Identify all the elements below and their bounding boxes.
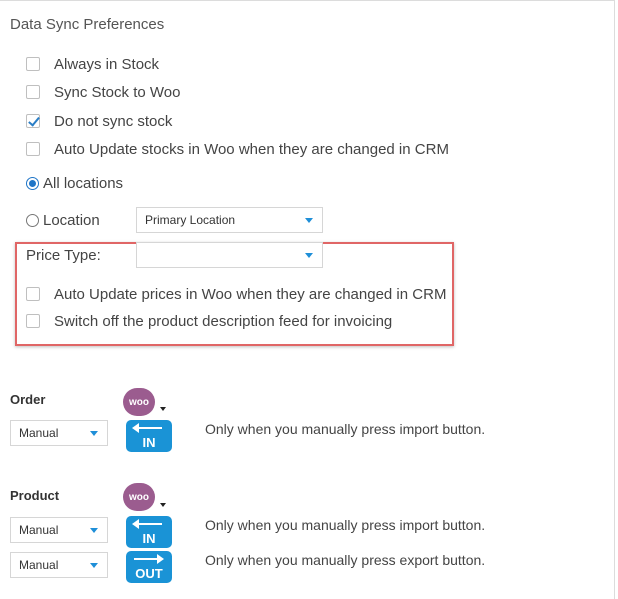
checkbox-box-checked[interactable] [26,114,40,128]
checkbox-box[interactable] [26,142,40,156]
checkbox-switch-off-description[interactable]: Switch off the product description feed … [26,311,392,331]
checkbox-label: Do not sync stock [54,112,173,130]
price-type-row: Price Type: [26,245,101,265]
product-import-mode-value: Manual [19,523,59,537]
product-export-mode-select[interactable]: Manual [10,552,108,578]
import-button-label: IN [142,435,156,450]
radio-label: Location [43,211,100,229]
checkbox-label: Switch off the product description feed … [54,312,393,330]
checkbox-do-not-sync-stock[interactable]: Do not sync stock [26,111,172,131]
product-export-button[interactable]: OUT [126,551,172,583]
order-mode-value: Manual [19,426,59,440]
import-button-label: IN [142,531,156,546]
product-import-description: Only when you manually press import butt… [205,517,486,533]
product-export-description: Only when you manually press export butt… [205,552,486,568]
chevron-down-icon [90,431,98,436]
price-type-label: Price Type: [26,246,101,264]
checkbox-box[interactable] [26,314,40,328]
chevron-down-icon[interactable] [160,407,166,411]
woo-badge-text: woo [129,396,149,408]
arrow-left-icon [132,423,162,433]
location-select-value: Primary Location [145,213,236,227]
woo-logo-icon: woo [123,388,155,416]
arrow-right-icon [134,554,164,564]
checkbox-auto-update-prices[interactable]: Auto Update prices in Woo when they are … [26,284,446,304]
radio-button-selected[interactable] [26,176,39,190]
radio-location[interactable]: Location [26,210,100,230]
section-title: Data Sync Preferences [10,16,165,33]
checkbox-box[interactable] [26,57,40,71]
checkbox-label: Always in Stock [54,55,160,73]
price-type-select[interactable] [136,242,323,268]
checkbox-label: Sync Stock to Woo [54,83,181,101]
chevron-down-icon [305,218,313,223]
chevron-down-icon [90,563,98,568]
order-mode-select[interactable]: Manual [10,420,108,446]
location-select[interactable]: Primary Location [136,207,323,233]
radio-button[interactable] [26,213,39,227]
order-label: Order [10,392,46,407]
product-export-mode-value: Manual [19,558,59,572]
order-description: Only when you manually press import butt… [205,421,486,437]
product-label: Product [10,488,60,503]
checkbox-auto-update-stocks[interactable]: Auto Update stocks in Woo when they are … [26,139,449,159]
woo-logo-icon: woo [123,483,155,511]
product-import-button[interactable]: IN [126,516,172,548]
arrow-left-icon [132,519,162,529]
checkbox-label: Auto Update prices in Woo when they are … [54,285,447,303]
checkbox-box[interactable] [26,287,40,301]
product-import-mode-select[interactable]: Manual [10,517,108,543]
checkbox-label: Auto Update stocks in Woo when they are … [54,140,449,158]
radio-all-locations[interactable]: All locations [26,173,123,193]
order-import-button[interactable]: IN [126,420,172,452]
chevron-down-icon[interactable] [160,503,166,507]
chevron-down-icon [90,528,98,533]
data-sync-panel: Data Sync Preferences Always in Stock Sy… [0,0,615,599]
export-button-label: OUT [135,566,163,581]
checkbox-always-in-stock[interactable]: Always in Stock [26,54,159,74]
checkbox-box[interactable] [26,85,40,99]
checkbox-sync-stock-to-woo[interactable]: Sync Stock to Woo [26,82,180,102]
woo-badge-text: woo [129,491,149,503]
radio-label: All locations [43,174,124,192]
chevron-down-icon [305,253,313,258]
